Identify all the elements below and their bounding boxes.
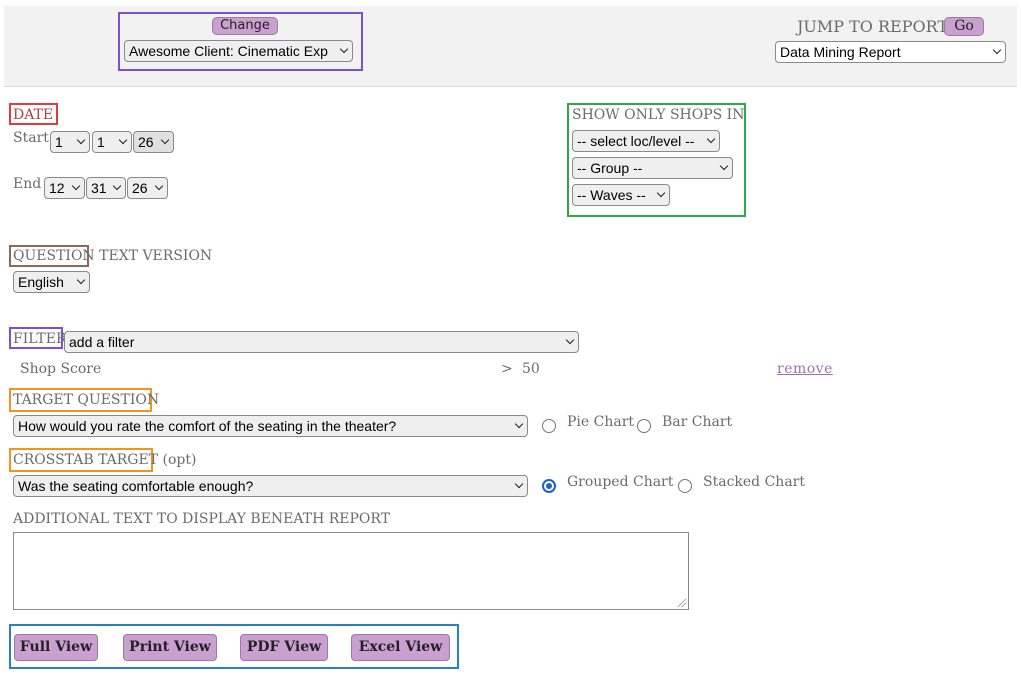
go-button[interactable]: Go — [944, 17, 984, 36]
target-label: TARGET QUESTION — [13, 392, 160, 408]
stacked-chart-radio[interactable] — [678, 479, 692, 493]
filter-row-operator: > — [501, 361, 513, 377]
language-select[interactable]: English — [13, 271, 90, 293]
end-month-select[interactable]: 12 — [44, 177, 85, 199]
client-select-value: Awesome Client: Cinematic Exp — [129, 43, 328, 59]
end-label: End — [13, 176, 42, 192]
chevron-down-icon — [112, 181, 122, 191]
filter-select[interactable]: add a filter — [64, 331, 579, 353]
grouped-chart-radio[interactable] — [542, 479, 556, 493]
start-day-select[interactable]: 1 — [92, 131, 132, 153]
crosstab-opt-label: (opt) — [158, 452, 197, 468]
jump-to-report-label: JUMP TO REPORT — [797, 17, 949, 36]
question-label-suffix: TEXT VERSION — [94, 248, 213, 264]
chevron-down-icon — [154, 181, 164, 191]
loc-level-value: -- select loc/level -- — [577, 133, 695, 149]
chevron-down-icon — [514, 479, 524, 489]
date-label: DATE — [13, 107, 54, 123]
chevron-down-icon — [706, 134, 716, 144]
bar-chart-label: Bar Chart — [662, 414, 733, 430]
start-year-value: 26 — [138, 134, 154, 150]
end-year-select[interactable]: 26 — [127, 177, 168, 199]
filter-label: FILTER — [13, 331, 67, 347]
loc-level-select[interactable]: -- select loc/level -- — [572, 130, 720, 152]
excel-view-button[interactable]: Excel View — [351, 634, 450, 661]
pie-chart-label: Pie Chart — [567, 414, 635, 430]
remove-filter-link[interactable]: remove — [777, 361, 833, 377]
chevron-down-icon — [160, 135, 170, 145]
filter-row-name: Shop Score — [20, 361, 102, 377]
question-label: QUESTION TEXT VERSION — [13, 248, 212, 264]
start-day-value: 1 — [97, 134, 105, 150]
end-month-value: 12 — [49, 180, 65, 196]
group-value: -- Group -- — [577, 160, 643, 176]
pie-chart-radio[interactable] — [542, 419, 556, 433]
waves-select[interactable]: -- Waves -- — [572, 184, 670, 206]
chevron-down-icon — [992, 45, 1002, 55]
crosstab-select-value: Was the seating comfortable enough? — [18, 478, 254, 494]
end-day-value: 31 — [91, 180, 107, 196]
end-day-select[interactable]: 31 — [86, 177, 126, 199]
pdf-view-button[interactable]: PDF View — [240, 634, 328, 661]
waves-value: -- Waves -- — [577, 187, 646, 203]
crosstab-select[interactable]: Was the seating comfortable enough? — [13, 475, 528, 497]
crosstab-label: CROSSTAB TARGET (opt) — [13, 452, 196, 468]
change-button[interactable]: Change — [212, 17, 278, 35]
question-label-main: QUESTION — [13, 248, 95, 264]
crosstab-label-main: CROSSTAB TARGET — [13, 452, 159, 468]
client-select[interactable]: Awesome Client: Cinematic Exp — [124, 40, 353, 62]
full-view-button[interactable]: Full View — [14, 634, 98, 661]
print-view-button[interactable]: Print View — [123, 634, 217, 661]
target-question-value: How would you rate the comfort of the se… — [18, 418, 397, 434]
start-month-value: 1 — [55, 134, 63, 150]
start-label: Start — [13, 130, 49, 146]
chevron-down-icon — [514, 419, 524, 429]
additional-text-label: ADDITIONAL TEXT TO DISPLAY BENEATH REPOR… — [13, 511, 391, 527]
start-month-select[interactable]: 1 — [50, 131, 90, 153]
shops-label: SHOW ONLY SHOPS IN — [572, 107, 745, 123]
end-year-value: 26 — [132, 180, 148, 196]
group-select[interactable]: -- Group -- — [572, 157, 733, 179]
report-select-value: Data Mining Report — [780, 44, 901, 60]
report-select[interactable]: Data Mining Report — [775, 41, 1006, 63]
chevron-down-icon — [656, 188, 666, 198]
resize-grip-icon[interactable] — [678, 599, 686, 607]
bar-chart-radio[interactable] — [637, 419, 651, 433]
target-question-select[interactable]: How would you rate the comfort of the se… — [13, 415, 528, 437]
language-value: English — [18, 274, 64, 290]
chevron-down-icon — [76, 275, 86, 285]
chevron-down-icon — [719, 161, 729, 171]
chevron-down-icon — [565, 335, 575, 345]
stacked-chart-label: Stacked Chart — [703, 474, 805, 490]
additional-text-area[interactable] — [13, 532, 689, 610]
chevron-down-icon — [71, 181, 81, 191]
chevron-down-icon — [339, 44, 349, 54]
start-year-select[interactable]: 26 — [133, 131, 174, 153]
chevron-down-icon — [76, 135, 86, 145]
filter-row-value: 50 — [522, 361, 540, 377]
filter-select-value: add a filter — [69, 334, 135, 350]
grouped-chart-label: Grouped Chart — [567, 474, 674, 490]
chevron-down-icon — [118, 135, 128, 145]
